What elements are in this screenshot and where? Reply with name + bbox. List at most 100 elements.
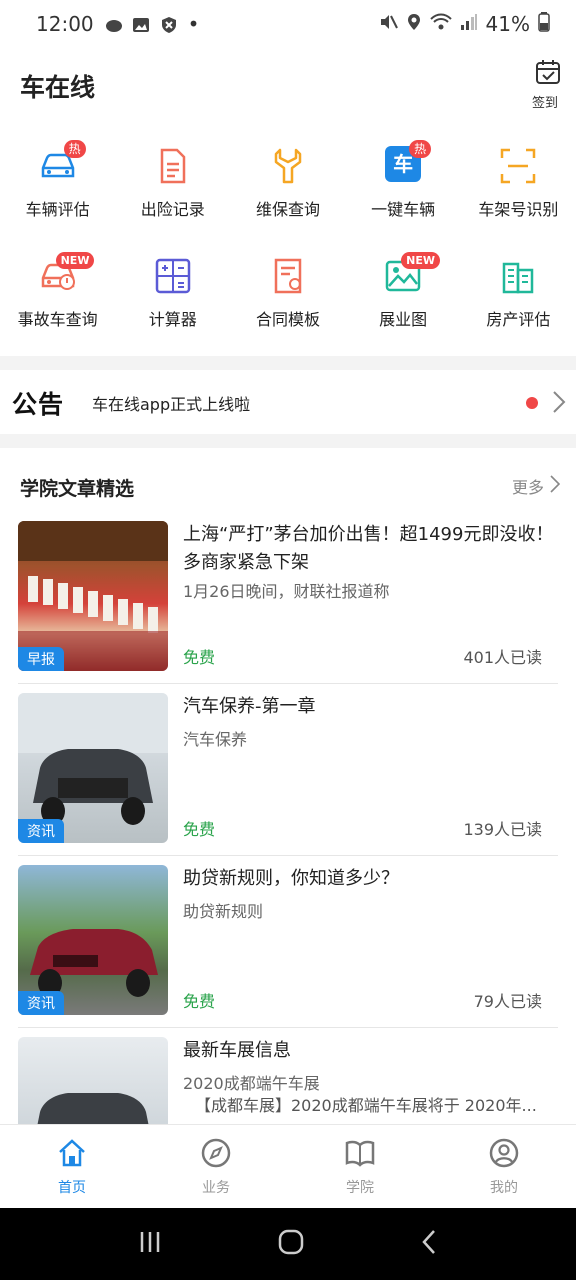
grid-item-label: 房产评估	[486, 310, 551, 329]
notice-bar[interactable]: 公告 车在线app正式上线啦	[0, 372, 576, 434]
article-title: 汽车保养-第一章	[183, 696, 316, 717]
status-bar: 12:00 • 41%	[0, 0, 576, 48]
dot-icon: •	[187, 12, 200, 36]
price-label: 免费	[183, 820, 216, 839]
contract-icon	[274, 258, 302, 294]
document-icon	[160, 148, 186, 184]
feature-grid: 热 车辆评估 出险记录 维保查询 车 热 一键车辆 车架号识别 NEW 事故车查…	[0, 138, 576, 358]
calculator-icon	[155, 258, 191, 294]
article-title: 最新车展信息	[183, 1040, 291, 1061]
signin-button[interactable]: 签到	[532, 58, 564, 111]
new-badge: NEW	[55, 252, 95, 269]
mute-icon	[378, 12, 398, 36]
section-header: 学院文章精选 更多	[0, 462, 576, 510]
article-item[interactable]: 资讯 助贷新规则，你知道多少？ 助贷新规则 免费 79人已读	[18, 865, 558, 1015]
app-header: 车在线 签到	[0, 48, 576, 120]
article-item[interactable]: 早报 上海“严打”茅台加价出售！超1499元即没收！多商家紧急下架 1月26日晚…	[18, 521, 558, 671]
category-tag: 资讯	[18, 819, 64, 843]
unread-dot	[526, 397, 538, 409]
read-count: 401人已读	[463, 648, 542, 667]
signal-icon	[460, 12, 478, 36]
divider	[18, 855, 558, 856]
new-badge: NEW	[401, 252, 441, 269]
article-thumbnail: 资讯	[18, 693, 168, 843]
grid-item-label: 维保查询	[255, 200, 320, 219]
nav-label: 学院	[346, 1180, 374, 1196]
compass-icon	[201, 1138, 231, 1168]
category-tag: 资讯	[18, 991, 64, 1015]
grid-item-accident-car-query[interactable]: NEW 事故车查询	[0, 248, 115, 358]
read-count: 139人已读	[463, 820, 542, 839]
article-subtitle: 助贷新规则	[183, 902, 264, 921]
grid-item-contract-template[interactable]: 合同模板	[230, 248, 345, 358]
article-thumbnail: 早报	[18, 521, 168, 671]
grid-item-label: 事故车查询	[17, 310, 98, 329]
shield-icon	[160, 15, 178, 33]
article-item[interactable]: 资讯 汽车保养-第一章 汽车保养 免费 139人已读	[18, 693, 558, 843]
section-divider	[0, 434, 576, 448]
page-title: 车在线	[20, 73, 96, 102]
scan-icon	[501, 148, 536, 184]
grid-item-label: 车架号识别	[478, 200, 559, 219]
article-title: 助贷新规则，你知道多少？	[183, 868, 399, 889]
notice-title: 公告	[12, 390, 65, 419]
grid-item-calculator[interactable]: 计算器	[115, 248, 230, 358]
grid-item-label: 合同模板	[255, 310, 320, 329]
divider	[18, 1027, 558, 1028]
section-title: 学院文章精选	[20, 478, 135, 500]
section-divider	[0, 356, 576, 370]
battery-icon	[538, 11, 550, 37]
image-icon	[132, 15, 150, 33]
grid-item-property-evaluation[interactable]: 房产评估	[461, 248, 576, 358]
grid-item-label: 出险记录	[140, 200, 205, 219]
user-icon	[489, 1138, 519, 1168]
recent-apps-button[interactable]	[137, 1229, 163, 1259]
price-label: 免费	[183, 992, 216, 1011]
grid-item-label: 一键车辆	[371, 200, 436, 219]
grid-item-one-click-vehicle[interactable]: 车 热 一键车辆	[346, 138, 461, 248]
signin-label: 签到	[531, 96, 558, 111]
home-button[interactable]	[277, 1228, 305, 1260]
wifi-icon	[429, 12, 452, 36]
grid-item-label: 计算器	[148, 310, 197, 329]
price-label: 免费	[183, 648, 216, 667]
grid-item-label: 车辆评估	[25, 200, 90, 219]
system-nav-bar	[0, 1208, 576, 1280]
back-button[interactable]	[419, 1228, 439, 1260]
status-time: 12:00	[36, 12, 94, 36]
car-photo-image	[37, 1093, 149, 1124]
article-thumbnail	[18, 1037, 168, 1124]
category-tag: 早报	[18, 647, 64, 671]
chevron-right-icon	[550, 475, 561, 497]
nav-label: 我的	[490, 1180, 518, 1196]
nav-me[interactable]: 我的	[432, 1125, 576, 1208]
article-title: 上海“严打”茅台加价出售！超1499元即没收！多商家紧急下架	[183, 524, 554, 573]
grid-item-vehicle-evaluation[interactable]: 热 车辆评估	[0, 138, 115, 248]
grid-item-business-chart[interactable]: NEW 展业图	[346, 248, 461, 358]
grid-item-vin-recognition[interactable]: 车架号识别	[461, 138, 576, 248]
grid-item-label: 展业图	[379, 310, 428, 329]
building-icon	[503, 262, 534, 294]
wrench-icon	[274, 148, 302, 184]
more-link[interactable]: 更多	[512, 474, 561, 498]
notice-text: 车在线app正式上线啦	[92, 395, 251, 414]
nav-label: 业务	[202, 1180, 230, 1196]
nav-home[interactable]: 首页	[0, 1125, 144, 1208]
article-subtitle: 1月26日晚间，财联社报道称	[183, 582, 390, 601]
article-thumbnail: 资讯	[18, 865, 168, 1015]
chevron-right-icon	[552, 390, 566, 418]
bottom-nav: 首页 业务 学院 我的	[0, 1124, 576, 1208]
battery-text: 41%	[485, 12, 530, 36]
nav-academy[interactable]: 学院	[288, 1125, 432, 1208]
article-summary: 【成都车展】2020成都端午车展将于 2020年...	[195, 1096, 537, 1115]
calendar-check-icon	[534, 60, 562, 90]
article-subtitle: 汽车保养	[183, 730, 248, 749]
article-item[interactable]: 最新车展信息 2020成都端午车展 【成都车展】2020成都端午车展将于 202…	[18, 1037, 558, 1124]
read-count: 79人已读	[473, 992, 542, 1011]
grid-item-maintenance-query[interactable]: 维保查询	[230, 138, 345, 248]
hot-badge: 热	[63, 140, 86, 158]
grid-item-claim-records[interactable]: 出险记录	[115, 138, 230, 248]
divider	[18, 683, 558, 684]
nav-business[interactable]: 业务	[144, 1125, 288, 1208]
article-subtitle: 2020成都端午车展	[183, 1074, 320, 1093]
